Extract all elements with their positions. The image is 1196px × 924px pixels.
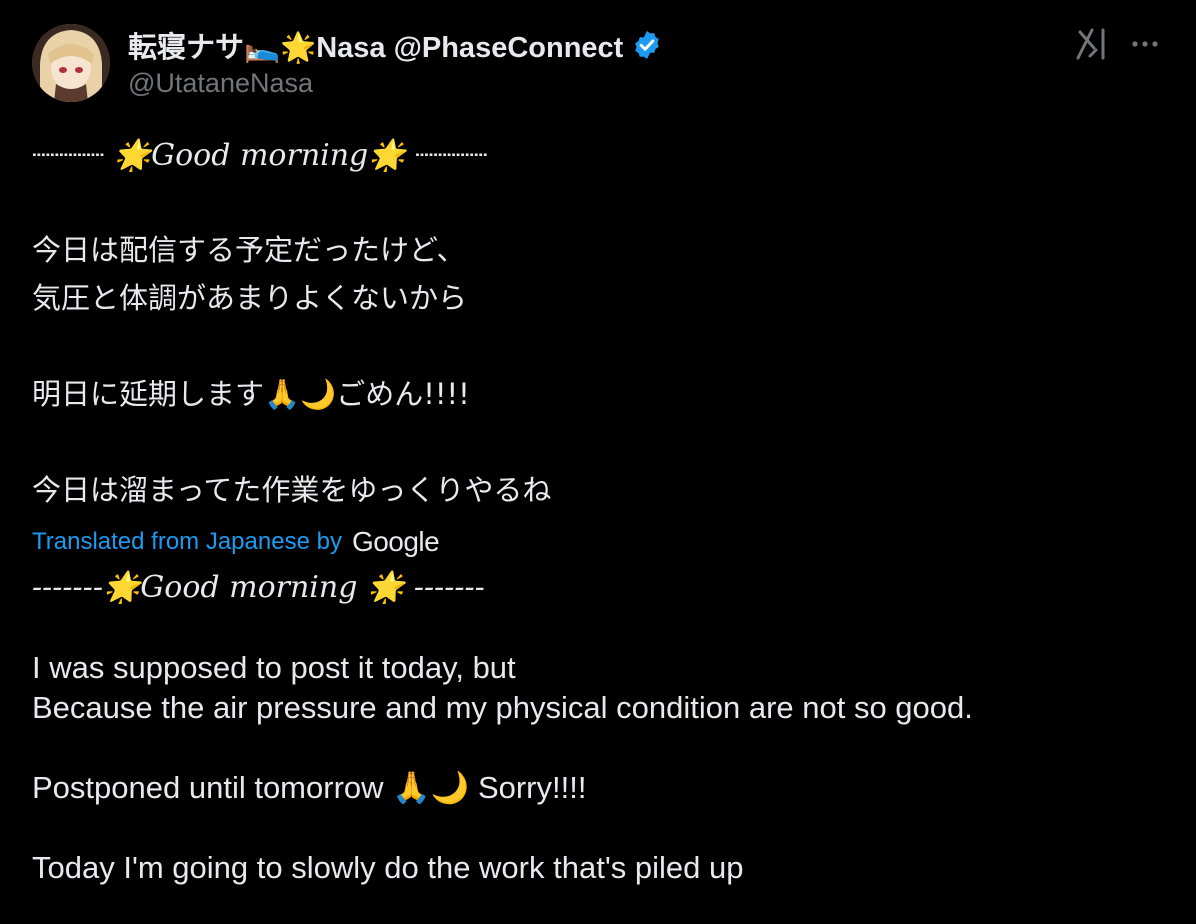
translation-attribution: Translated from Japanese by Google bbox=[32, 524, 440, 560]
more-options-icon[interactable] bbox=[1128, 30, 1162, 58]
avatar-image bbox=[32, 24, 110, 102]
original-text-line: 今日は溜まってた作業をゆっくりやるね bbox=[32, 473, 552, 507]
original-text-line: 気圧と体調があまりよくないから bbox=[32, 281, 468, 315]
translated-text-line: I was supposed to post it today, but bbox=[32, 650, 516, 685]
verified-badge-icon bbox=[631, 29, 663, 61]
original-text-line: 明日に延期します🙏🌙ごめん!!!! bbox=[32, 377, 470, 411]
google-logo: Google bbox=[351, 526, 440, 557]
avatar[interactable] bbox=[32, 24, 110, 102]
display-name[interactable]: 転寝ナサ🛌🌟Nasa @PhaseConnect bbox=[128, 24, 623, 66]
grok-icon[interactable] bbox=[1074, 28, 1108, 60]
original-greeting-line: ┈┈┈┈ 🌟Good morning🌟 ┈┈┈┈ bbox=[32, 138, 488, 173]
author-name-row[interactable]: 転寝ナサ🛌🌟Nasa @PhaseConnect bbox=[128, 26, 663, 64]
translated-greeting-line: -------🌟Good morning 🌟 ------- bbox=[32, 570, 485, 605]
translated-from-link[interactable]: Translated from Japanese by bbox=[32, 528, 342, 556]
tweet: 転寝ナサ🛌🌟Nasa @PhaseConnect @UtataneNasa ┈┈… bbox=[0, 0, 1196, 924]
translated-text-line: Because the air pressure and my physical… bbox=[32, 690, 973, 725]
author-handle[interactable]: @UtataneNasa bbox=[128, 68, 313, 99]
translated-text-line: Today I'm going to slowly do the work th… bbox=[32, 850, 744, 885]
translated-text-line: Postponed until tomorrow 🙏🌙 Sorry!!!! bbox=[32, 770, 587, 805]
original-text-line: 今日は配信する予定だったけど、 bbox=[32, 233, 466, 267]
